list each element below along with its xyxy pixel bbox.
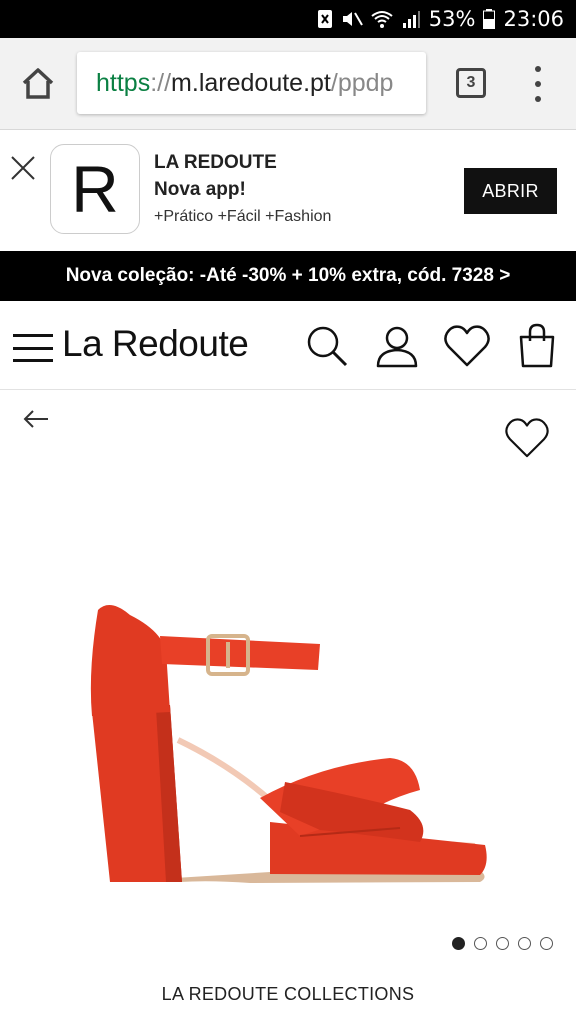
account-icon[interactable] — [374, 323, 420, 369]
signal-icon — [401, 9, 421, 29]
red-sandal-image[interactable] — [70, 590, 500, 900]
open-app-button[interactable]: ABRIR — [464, 168, 557, 214]
url-text: https://m.laredoute.pt/ppdp — [96, 69, 394, 97]
carousel-dot[interactable] — [540, 937, 553, 950]
tab-count: 3 — [466, 74, 476, 91]
app-description: +Prático +Fácil +Fashion — [154, 208, 332, 225]
nfc-icon — [317, 9, 333, 29]
clock: 23:06 — [503, 7, 564, 31]
wifi-icon — [371, 9, 393, 29]
add-to-wishlist-icon[interactable] — [504, 416, 550, 460]
home-icon[interactable] — [18, 64, 58, 104]
menu-icon[interactable] — [13, 334, 53, 362]
overflow-menu-icon[interactable] — [530, 66, 546, 102]
carousel-dot[interactable] — [452, 937, 465, 950]
browser-toolbar: https://m.laredoute.pt/ppdp 3 — [0, 38, 576, 130]
search-icon[interactable] — [304, 323, 350, 369]
status-bar: 53% 23:06 — [0, 0, 576, 38]
app-install-banner: R LA REDOUTE Nova app! +Prático +Fácil +… — [0, 131, 576, 251]
back-arrow-icon[interactable] — [22, 408, 50, 430]
carousel-indicator — [452, 937, 553, 950]
battery-percent: 53% — [428, 7, 476, 31]
app-subtitle: Nova app! — [154, 179, 246, 200]
wishlist-icon[interactable] — [443, 323, 490, 369]
mute-icon — [341, 9, 363, 29]
product-brand[interactable]: LA REDOUTE COLLECTIONS — [0, 984, 576, 1005]
address-bar[interactable]: https://m.laredoute.pt/ppdp — [77, 52, 426, 114]
carousel-dot[interactable] — [518, 937, 531, 950]
brand-logo[interactable]: La Redoute — [62, 323, 249, 365]
battery-icon — [483, 9, 496, 29]
carousel-dot[interactable] — [474, 937, 487, 950]
bag-icon[interactable] — [514, 323, 560, 369]
app-logo: R — [50, 144, 140, 234]
close-icon[interactable] — [10, 155, 36, 181]
site-header: La Redoute — [0, 301, 576, 390]
tab-switcher-button[interactable]: 3 — [456, 68, 486, 98]
app-name: LA REDOUTE — [154, 152, 277, 173]
carousel-dot[interactable] — [496, 937, 509, 950]
promo-banner[interactable]: Nova coleção: -Até -30% + 10% extra, cód… — [0, 251, 576, 301]
